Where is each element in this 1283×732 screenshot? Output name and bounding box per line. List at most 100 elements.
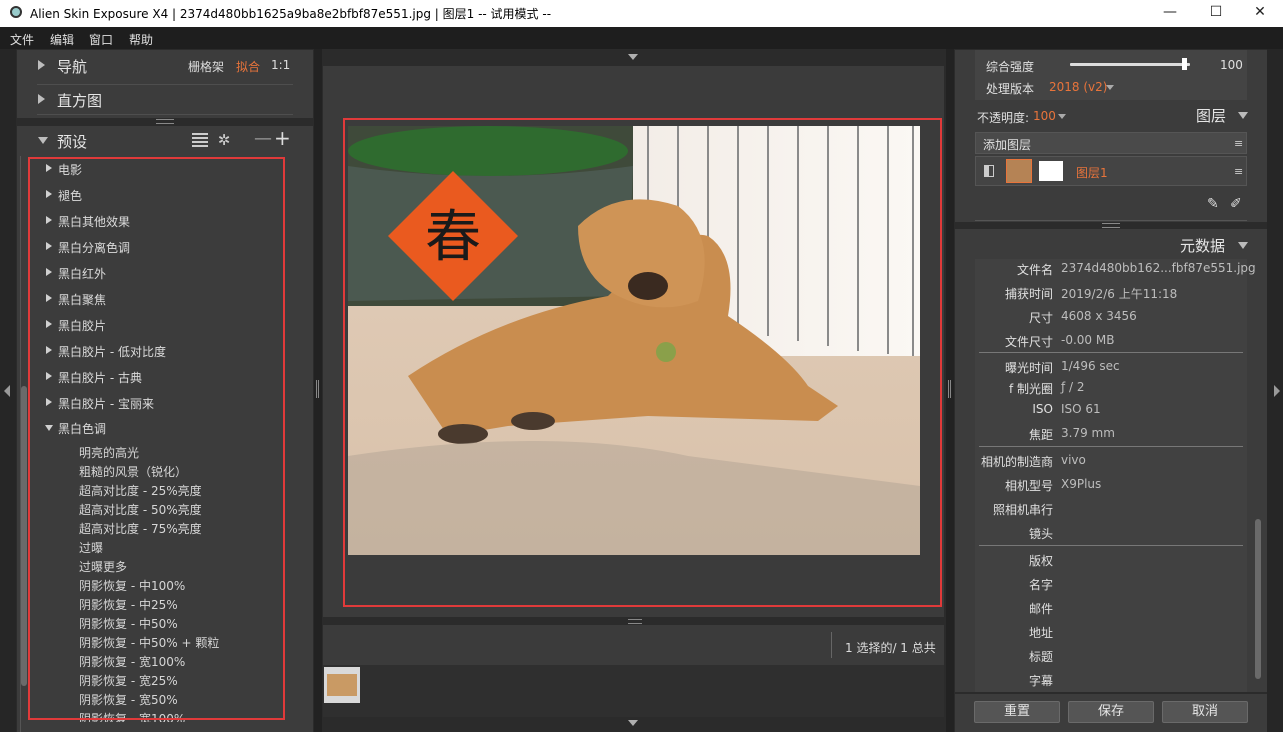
- meta-value: ISO 61: [1061, 402, 1101, 416]
- layer-thumbnail[interactable]: [1006, 159, 1032, 183]
- navigator-label[interactable]: 导航: [57, 56, 87, 77]
- meta-divider: [979, 446, 1243, 447]
- meta-label: 文件尺寸: [1004, 335, 1053, 349]
- menu-bar: 文件 编辑 窗口 帮助: [0, 27, 1283, 49]
- right-splitter-grip[interactable]: [948, 380, 951, 398]
- histogram-label[interactable]: 直方图: [57, 90, 102, 111]
- adjust-panel: 综合强度 100 处理版本 2018 (v2) 不透明度: 100 图层 添加图…: [955, 50, 1267, 222]
- meta-label: 地址: [1028, 626, 1053, 640]
- meta-value: 4608 x 3456: [1061, 309, 1137, 323]
- meta-label: 捕获时间: [1004, 287, 1053, 301]
- right-panel-resize-grip[interactable]: [1102, 223, 1120, 228]
- filmstrip-resize-grip[interactable]: [628, 619, 642, 624]
- view-grid-button[interactable]: 栅格架: [188, 58, 224, 75]
- menu-edit[interactable]: 编辑: [50, 31, 74, 48]
- meta-label: 标题: [1028, 650, 1053, 664]
- meta-label: 相机的制造商: [981, 455, 1054, 469]
- hamburger-icon[interactable]: ≡: [1234, 137, 1243, 150]
- process-version-select[interactable]: 2018 (v2): [1049, 80, 1107, 94]
- meta-value: 2019/2/6 上午11:18: [1061, 287, 1178, 301]
- add-layer-label[interactable]: 添加图层: [983, 136, 1031, 153]
- meta-label: 字幕: [1028, 674, 1053, 688]
- layer-name[interactable]: 图层1: [1076, 164, 1108, 181]
- collapse-bottom-icon[interactable]: [628, 720, 638, 726]
- metadata-menu-icon[interactable]: [1238, 242, 1248, 249]
- highlight-box-image: [343, 118, 942, 607]
- meta-label: 相机型号: [1004, 479, 1053, 493]
- opacity-label: 不透明度:: [977, 111, 1030, 125]
- panel-resize-grip[interactable]: [156, 119, 174, 124]
- title-bar: Alien Skin Exposure X4 | 2374d480bb1625a…: [0, 0, 1283, 27]
- layers-menu-icon[interactable]: [1238, 112, 1248, 119]
- meta-label: 尺寸: [1028, 311, 1053, 325]
- selection-status: 1 选择的/ 1 总共: [845, 641, 936, 655]
- layer-mask-thumbnail[interactable]: [1039, 161, 1063, 181]
- nav-divider: [37, 84, 293, 85]
- meta-label: 焦距: [1028, 428, 1053, 442]
- add-layer-row[interactable]: 添加图层 ≡: [975, 132, 1247, 154]
- meta-value: 3.79 mm: [1061, 426, 1115, 440]
- adjust-bottom-divider: [975, 220, 1247, 221]
- meta-divider: [979, 545, 1243, 546]
- expand-histogram-icon[interactable]: [38, 94, 45, 104]
- opacity-value[interactable]: 100: [1033, 109, 1056, 123]
- meta-value: -0.00 MB: [1061, 333, 1115, 347]
- cancel-button[interactable]: 取消: [1162, 701, 1248, 723]
- filmstrip-divider: [831, 632, 832, 658]
- intensity-label: 综合强度: [986, 60, 1035, 74]
- intensity-slider-handle[interactable]: [1182, 58, 1187, 70]
- maximize-button[interactable]: ☐: [1193, 0, 1239, 27]
- menu-help[interactable]: 帮助: [129, 31, 153, 48]
- meta-label: 镜头: [1028, 527, 1053, 541]
- hist-divider: [37, 114, 293, 115]
- chevron-down-icon[interactable]: [1106, 85, 1114, 90]
- app-logo-icon: [10, 6, 22, 18]
- metadata-scrollbar[interactable]: [1255, 519, 1261, 679]
- intensity-box: 综合强度 100 处理版本 2018 (v2): [975, 50, 1247, 100]
- meta-value: ƒ / 2: [1061, 380, 1085, 394]
- menu-window[interactable]: 窗口: [89, 31, 113, 48]
- layer-visibility-icon[interactable]: [984, 165, 994, 177]
- chevron-down-icon[interactable]: [1058, 114, 1066, 119]
- intensity-slider[interactable]: [1070, 63, 1190, 66]
- collapse-right-icon[interactable]: [1274, 385, 1280, 397]
- meta-label: ISO: [1032, 402, 1053, 416]
- meta-value: 1/496 sec: [1061, 359, 1120, 373]
- meta-label: 曝光时间: [1004, 361, 1053, 375]
- meta-label: 照相机串行: [992, 503, 1053, 517]
- navigator-panel: 导航 栅格架 拟合 1:1 直方图: [17, 50, 313, 118]
- menu-file[interactable]: 文件: [10, 31, 34, 48]
- action-bar: 重置 保存 取消: [955, 694, 1267, 732]
- metadata-panel: 元数据 文件名 2374d480bb162...fbf87e551.jpg 捕获…: [955, 229, 1267, 692]
- intensity-value: 100: [1220, 58, 1243, 72]
- eraser-icon[interactable]: ✎: [1207, 196, 1219, 212]
- brush-icon[interactable]: ✐: [1230, 196, 1242, 212]
- collapse-top-icon[interactable]: [628, 54, 638, 60]
- close-button[interactable]: ✕: [1237, 0, 1283, 27]
- metadata-header[interactable]: 元数据: [1180, 235, 1225, 256]
- view-fit-button[interactable]: 拟合: [236, 58, 260, 75]
- save-button[interactable]: 保存: [1068, 701, 1154, 723]
- layer-row[interactable]: 图层1 ≡: [975, 156, 1247, 186]
- meta-value: 2374d480bb162...fbf87e551.jpg: [1061, 261, 1256, 275]
- thumbnail[interactable]: [324, 667, 360, 703]
- window-title: Alien Skin Exposure X4 | 2374d480bb1625a…: [30, 7, 552, 21]
- meta-value: X9Plus: [1061, 477, 1102, 491]
- highlight-box-presets: [28, 157, 285, 720]
- meta-label: 邮件: [1028, 602, 1053, 616]
- minimize-button[interactable]: —: [1147, 0, 1193, 27]
- meta-divider: [979, 352, 1243, 353]
- layers-label[interactable]: 图层: [1196, 105, 1226, 126]
- reset-button[interactable]: 重置: [974, 701, 1060, 723]
- collapse-left-icon[interactable]: [4, 385, 10, 397]
- filmstrip-toolbar: 1 选择的/ 1 总共: [323, 625, 944, 665]
- meta-label: 文件名: [1016, 263, 1053, 277]
- meta-label: 名字: [1028, 578, 1053, 592]
- view-1to1-button[interactable]: 1:1: [271, 58, 290, 72]
- process-version-label: 处理版本: [986, 82, 1035, 96]
- metadata-list: 文件名 2374d480bb162...fbf87e551.jpg 捕获时间 2…: [975, 259, 1256, 692]
- left-splitter-grip[interactable]: [316, 380, 319, 398]
- meta-label: 版权: [1028, 554, 1053, 568]
- hamburger-icon[interactable]: ≡: [1234, 165, 1243, 178]
- expand-nav-icon[interactable]: [38, 60, 45, 70]
